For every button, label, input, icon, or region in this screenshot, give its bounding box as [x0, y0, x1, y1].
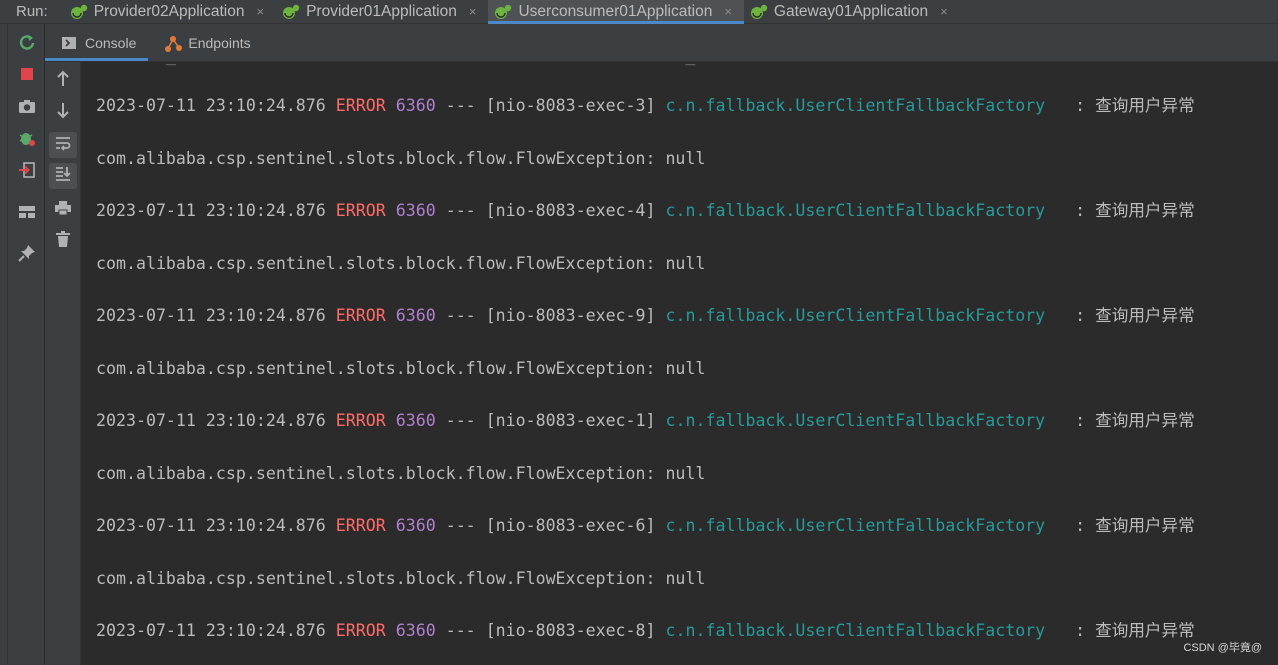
log-line-error: 2023-07-11 23:10:24.876 ERROR 6360 --- [… — [96, 411, 1195, 430]
stop-icon — [19, 66, 35, 86]
console-icon — [61, 35, 77, 51]
debug-icon — [18, 129, 36, 151]
rerun-button[interactable] — [16, 33, 38, 55]
spring-boot-icon — [282, 4, 300, 20]
log-line-exception: com.alibaba.csp.sentinel.slots.block.flo… — [96, 464, 706, 483]
up-arrow-icon — [55, 70, 71, 92]
tab-label: Endpoints — [188, 34, 251, 51]
spring-boot-icon — [70, 4, 88, 20]
print-button[interactable] — [49, 197, 77, 223]
rerun-icon — [18, 33, 36, 55]
layout-icon — [18, 204, 36, 224]
run-label: Run: — [16, 3, 48, 20]
left-edge-strip — [0, 24, 8, 665]
close-icon[interactable]: × — [724, 4, 732, 19]
clear-all-button[interactable] — [49, 228, 77, 254]
tab-console[interactable]: Console — [45, 24, 149, 61]
run-tab-userconsumer01[interactable]: Userconsumer01Application × — [488, 0, 745, 24]
log-line-exception: com.alibaba.csp.sentinel.slots.block.flo… — [96, 149, 706, 168]
close-icon[interactable]: × — [256, 4, 264, 19]
run-tab-gateway01[interactable]: Gateway01Application × — [744, 0, 960, 24]
endpoints-icon — [164, 35, 183, 52]
run-toolbar — [8, 24, 45, 665]
tab-label: Console — [85, 34, 137, 51]
spring-boot-icon — [494, 4, 512, 20]
console-output[interactable]: _ _ 2023-07-11 23:10:24.876 ERROR 6360 -… — [81, 62, 1278, 665]
log-line-exception: com.alibaba.csp.sentinel.slots.block.flo… — [96, 359, 706, 378]
soft-wrap-button[interactable] — [49, 132, 77, 158]
log-line-error: 2023-07-11 23:10:24.876 ERROR 6360 --- [… — [96, 306, 1195, 325]
debug-button[interactable] — [16, 129, 38, 151]
run-tab-label: Userconsumer01Application — [518, 2, 713, 20]
truncated-line: _ _ — [96, 62, 696, 66]
scroll-to-end-button[interactable] — [49, 163, 77, 189]
dump-threads-button[interactable] — [16, 97, 38, 119]
next-occurrence-button[interactable] — [49, 99, 77, 125]
watermark: CSDN @毕竟@ — [1183, 642, 1262, 654]
run-tab-provider01[interactable]: Provider01Application × — [276, 0, 488, 24]
run-tab-provider02[interactable]: Provider02Application × — [64, 0, 276, 24]
log-line-error: 2023-07-11 23:10:24.876 ERROR 6360 --- [… — [96, 201, 1195, 220]
close-icon[interactable]: × — [940, 4, 948, 19]
soft-wrap-icon — [54, 134, 72, 156]
log-line-exception: com.alibaba.csp.sentinel.slots.block.flo… — [96, 569, 706, 588]
spring-boot-icon — [750, 4, 768, 20]
exit-icon — [18, 161, 36, 183]
close-icon[interactable]: × — [469, 4, 477, 19]
console-toolbar — [45, 62, 81, 665]
stop-button[interactable] — [16, 65, 38, 87]
console-tab-bar: Console Endpoints — [45, 24, 1278, 62]
exit-button[interactable] — [16, 161, 38, 183]
previous-occurrence-button[interactable] — [49, 68, 77, 94]
log-line-error: 2023-07-11 23:10:24.876 ERROR 6360 --- [… — [96, 96, 1195, 115]
restore-layout-button[interactable] — [16, 203, 38, 225]
tab-endpoints[interactable]: Endpoints — [148, 24, 262, 61]
trash-icon — [55, 230, 71, 252]
log-line-error: 2023-07-11 23:10:24.876 ERROR 6360 --- [… — [96, 621, 1195, 640]
pin-tab-button[interactable] — [16, 244, 38, 266]
run-tab-label: Provider02Application — [93, 2, 245, 20]
pin-icon — [18, 244, 36, 266]
run-tab-label: Gateway01Application — [773, 2, 929, 20]
down-arrow-icon — [55, 101, 71, 123]
run-tab-label: Provider01Application — [306, 2, 457, 20]
log-line-error: 2023-07-11 23:10:24.876 ERROR 6360 --- [… — [96, 516, 1195, 535]
print-icon — [54, 200, 72, 220]
scroll-to-end-icon — [54, 165, 72, 187]
log-line-exception: com.alibaba.csp.sentinel.slots.block.flo… — [96, 254, 706, 273]
run-tool-window-bar: Run: Provider02Application × Provider01A… — [0, 0, 1278, 24]
camera-icon — [18, 98, 36, 118]
